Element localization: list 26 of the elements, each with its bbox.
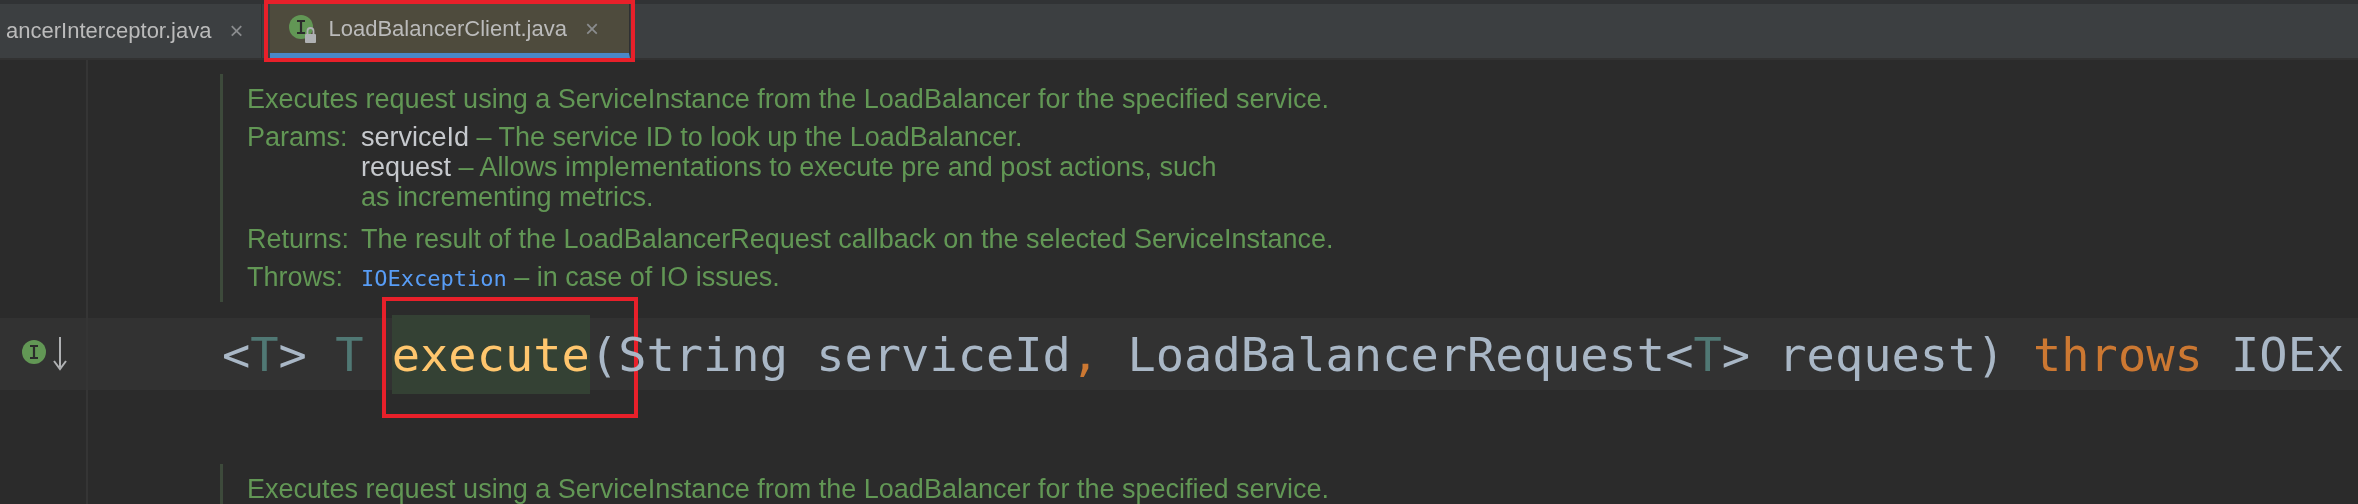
tab-label: LoadBalancerClient.java	[328, 15, 567, 42]
down-arrow-icon[interactable]	[52, 337, 67, 371]
doc-label: Throws:	[247, 262, 345, 294]
doc-label: Returns:	[247, 224, 351, 254]
doc-text: The result of the LoadBalancerRequest callback on the selected ServiceInstance.	[361, 224, 1335, 254]
code-token: ,	[1070, 326, 1101, 382]
tab-label: ancerInterceptor.java	[6, 18, 212, 44]
code-token: > request)	[1721, 326, 2006, 382]
interface-icon	[288, 13, 319, 44]
file-tab[interactable]: ancerInterceptor.java ×	[0, 4, 263, 58]
code-token: throws	[2033, 326, 2204, 382]
doc-text: request – Allows implementations to execute pre and post actions, such as incrementing metrics.	[361, 152, 1218, 212]
code-token: IOEx	[2231, 326, 2345, 382]
code-token: T	[250, 326, 279, 382]
code-token: T	[1693, 326, 1722, 382]
doc-label: Params:	[247, 122, 349, 154]
doc-summary: Executes request using a ServiceInstance from the LoadBalancer for the specified service.	[247, 84, 1331, 114]
close-icon[interactable]: ×	[585, 14, 599, 43]
doc-text: IOException – in case of IO issues.	[361, 262, 781, 294]
doc-text: serviceId – The service ID to look up the LoadBalancer.	[361, 122, 1024, 152]
code-token: <	[222, 326, 251, 382]
close-icon[interactable]: ×	[229, 17, 244, 45]
code-token: LoadBalancerRequest<	[1127, 326, 1694, 382]
code-token: T	[335, 326, 365, 382]
doc-summary: Executes request using a ServiceInstance from the LoadBalancer for the specified service.	[247, 474, 1331, 504]
code-token: >	[278, 326, 308, 382]
